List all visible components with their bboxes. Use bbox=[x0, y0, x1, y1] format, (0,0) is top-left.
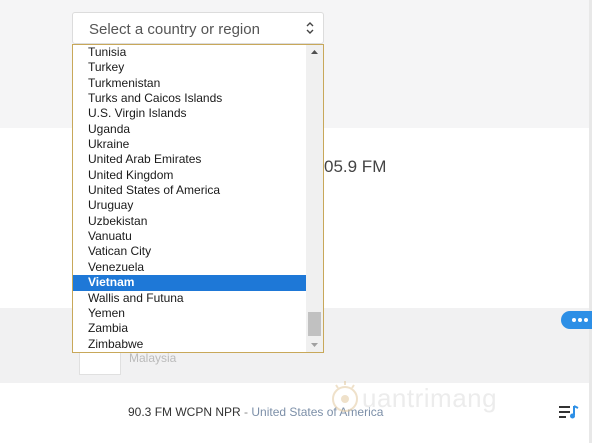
country-option[interactable]: Venezuela bbox=[73, 260, 307, 275]
scrollbar-thumb[interactable] bbox=[308, 312, 321, 336]
country-option[interactable]: Zambia bbox=[73, 321, 307, 336]
country-option[interactable]: Wallis and Futuna bbox=[73, 291, 307, 306]
station-frequency: 05.9 FM bbox=[324, 157, 387, 176]
country-option[interactable]: Uruguay bbox=[73, 198, 307, 213]
more-dots-icon bbox=[572, 318, 588, 322]
country-select[interactable]: Select a country or region bbox=[72, 12, 324, 44]
country-listbox[interactable]: Tunisia Turkey Turkmenistan Turks and Caico… bbox=[72, 44, 324, 353]
watermark-text: uantrimang bbox=[362, 383, 498, 413]
playlist-icon[interactable] bbox=[559, 404, 579, 420]
country-option[interactable]: Turkey bbox=[73, 60, 307, 75]
station-country: Malaysia bbox=[129, 351, 177, 365]
more-button[interactable] bbox=[561, 311, 592, 329]
country-option[interactable]: Zimbabwe bbox=[73, 337, 307, 352]
country-select-placeholder: Select a country or region bbox=[89, 21, 260, 38]
country-option[interactable]: Turkmenistan bbox=[73, 76, 307, 91]
now-playing-separator: - bbox=[240, 405, 252, 419]
country-option[interactable]: U.S. Virgin Islands bbox=[73, 106, 307, 121]
watermark: uantrimang bbox=[330, 379, 550, 419]
country-option[interactable]: Vanuatu bbox=[73, 229, 307, 244]
country-option[interactable]: United States of America bbox=[73, 183, 307, 198]
country-option[interactable]: United Arab Emirates bbox=[73, 152, 307, 167]
country-option[interactable]: Ukraine bbox=[73, 137, 307, 152]
country-option[interactable]: Yemen bbox=[73, 306, 307, 321]
scroll-down-arrow-icon[interactable] bbox=[306, 337, 323, 352]
now-playing-station: 90.3 FM WCPN NPR bbox=[128, 405, 241, 419]
country-option[interactable]: Vietnam bbox=[73, 275, 307, 291]
scroll-up-arrow-icon[interactable] bbox=[306, 45, 323, 60]
country-options: Tunisia Turkey Turkmenistan Turks and Caico… bbox=[73, 45, 307, 352]
country-option[interactable]: Uzbekistan bbox=[73, 214, 307, 229]
country-option[interactable]: Uganda bbox=[73, 122, 307, 137]
country-option[interactable]: Vatican City bbox=[73, 244, 307, 259]
watermark-logo-icon bbox=[332, 381, 358, 412]
country-option[interactable]: Tunisia bbox=[73, 45, 307, 60]
listbox-scrollbar[interactable] bbox=[306, 45, 323, 352]
country-option[interactable]: Turks and Caicos Islands bbox=[73, 91, 307, 106]
updown-chevron-icon bbox=[306, 22, 314, 34]
country-option[interactable]: United Kingdom bbox=[73, 168, 307, 183]
